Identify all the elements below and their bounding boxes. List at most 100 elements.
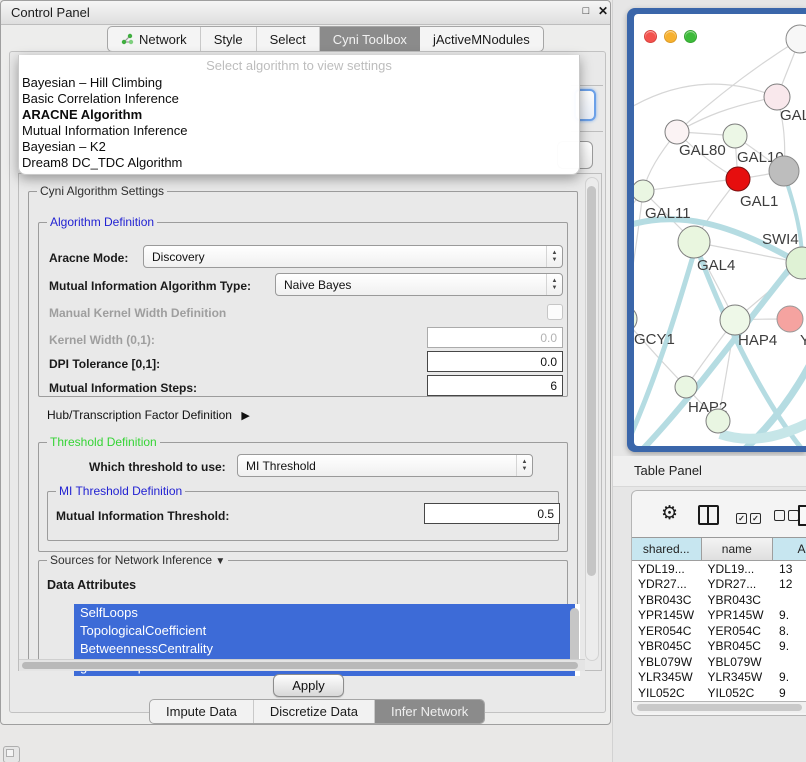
sources-expander[interactable]: Sources for Network Inference ▼ [47,553,228,567]
algorithm-option[interactable]: Mutual Information Inference [19,123,579,139]
manual-kernel-checkbox[interactable] [547,304,563,320]
tab-jactivemnodules[interactable]: jActiveMNodules [420,27,543,51]
apply-button[interactable]: Apply [273,674,344,697]
tab-cyni-toolbox[interactable]: Cyni Toolbox [320,27,420,51]
float-panel-icon[interactable]: □ [579,4,593,19]
combo-arrows-icon: ▲▼ [516,455,532,476]
network-node[interactable] [634,306,637,332]
combo-value: MI Threshold [238,459,516,473]
mac-close-icon[interactable] [644,30,657,43]
tab-infer-network[interactable]: Infer Network [375,700,484,723]
network-edge[interactable] [634,84,777,109]
attribute-list-item[interactable]: TopologicalCoefficient [74,622,575,640]
node-label: GCY1 [634,331,675,348]
table-row[interactable]: YLR345WYLR345W9. [632,670,806,686]
node-label: Y [800,332,806,349]
network-node[interactable] [723,124,747,148]
tab-style[interactable]: Style [201,27,257,51]
network-view-canvas[interactable]: GALGAL80GAL10GAL1GAL11GAL4SWI4GCY1HAP4YH… [634,14,806,446]
data-attributes-label: Data Attributes [47,578,136,592]
minimized-panel-icon[interactable] [3,746,20,762]
node-label: GAL11 [645,205,691,222]
network-node[interactable] [720,305,750,335]
table-cell: 9. [773,608,806,622]
attribute-list-scrollbar[interactable] [570,608,579,664]
table-cell: 8. [773,624,806,638]
dpi-tolerance-input[interactable]: 0.0 [427,351,563,372]
settings-vertical-scrollbar[interactable] [585,177,599,661]
group-title: Cyni Algorithm Settings [37,184,167,198]
column-header[interactable]: name [702,538,773,560]
scrollbar-thumb[interactable] [22,662,578,669]
network-node[interactable] [777,306,803,332]
tab-impute-data[interactable]: Impute Data [150,700,254,723]
algorithm-option[interactable]: Basic Correlation Inference [19,91,579,107]
network-node[interactable] [706,409,730,433]
network-node[interactable] [769,156,799,186]
algorithm-option[interactable]: Dream8 DC_TDC Algorithm [19,155,579,171]
table-cell: YBL079W [702,655,773,669]
table-page-icon[interactable] [798,505,806,526]
mac-zoom-icon[interactable] [684,30,697,43]
network-node[interactable] [726,167,750,191]
network-node[interactable] [634,180,654,202]
network-edge[interactable] [634,191,643,319]
settings-scroll-viewport: Cyni Algorithm Settings Algorithm Defini… [18,173,602,671]
expander-right-arrow-icon: ▶ [241,410,249,422]
table-row[interactable]: YDR27...YDR27...12 [632,577,806,593]
tab-select[interactable]: Select [257,27,320,51]
combo-value: Discovery [144,250,546,264]
tab-network[interactable]: Network [108,27,201,51]
split-columns-icon[interactable] [698,505,719,525]
mi-type-combobox[interactable]: Naive Bayes ▲▼ [275,273,563,296]
table-horizontal-scrollbar[interactable] [633,701,806,713]
application-root: Control Panel □ ✕ Network Style Select C… [0,0,806,762]
close-panel-icon[interactable]: ✕ [596,4,610,19]
network-edge[interactable] [643,179,738,191]
table-cell: YBR043C [632,593,702,607]
hub-definition-expander[interactable]: Hub/Transcription Factor Definition ▶ [47,408,250,422]
attribute-list-item[interactable]: SelfLoops [74,604,575,622]
network-node[interactable] [786,25,806,53]
table-cell: YDR27... [702,577,773,591]
table-header-row: shared...nameA [632,538,806,561]
scrollbar-thumb[interactable] [637,704,802,711]
scrollbar-thumb[interactable] [587,186,596,576]
algorithm-option[interactable]: Bayesian – Hill Climbing [19,75,579,91]
network-node[interactable] [675,376,697,398]
gear-icon[interactable]: ⚙ [661,500,678,526]
network-node[interactable] [665,120,689,144]
kernel-width-label: Kernel Width (0,1): [49,333,155,347]
network-node[interactable] [678,226,710,258]
algorithm-option-list: Bayesian – Hill ClimbingBasic Correlatio… [19,75,579,171]
column-header[interactable]: shared... [632,538,702,560]
table-cell: 12 [773,577,806,591]
table-row[interactable]: YIL052CYIL052C9 [632,685,806,701]
table-row[interactable]: YPR145WYPR145W9. [632,608,806,624]
tab-discretize-data[interactable]: Discretize Data [254,700,375,723]
settings-horizontal-scrollbar[interactable] [19,659,585,671]
table-row[interactable]: YBR043CYBR043C [632,592,806,608]
mi-threshold-input[interactable]: 0.5 [424,503,560,524]
network-edge[interactable] [634,191,643,319]
select-all-checkboxes-icon[interactable]: ✓✓ [736,508,764,526]
algorithm-option[interactable]: ARACNE Algorithm [19,107,579,123]
which-threshold-combobox[interactable]: MI Threshold ▲▼ [237,454,533,477]
table-row[interactable]: YER054CYER054C8. [632,623,806,639]
aracne-mode-combobox[interactable]: Discovery ▲▼ [143,245,563,268]
attribute-list-item[interactable]: BetweennessCentrality [74,640,575,658]
table-cell: YLR345W [632,670,702,684]
algorithm-select-popup: Select algorithm to view settings Bayesi… [18,55,580,175]
table-row[interactable]: YDL19...YDL19...13 [632,561,806,577]
table-panel-title: Table Panel [634,463,702,478]
mi-steps-input[interactable]: 6 [427,375,563,396]
mac-minimize-icon[interactable] [664,30,677,43]
algorithm-option[interactable]: Bayesian – K2 [19,139,579,155]
table-cell: YBL079W [632,655,702,669]
combo-arrows-icon: ▲▼ [546,274,562,295]
table-row[interactable]: YBL079WYBL079W [632,654,806,670]
algorithm-definition-group: Algorithm Definition Aracne Mode: Discov… [38,222,568,397]
column-header[interactable]: A [773,538,806,560]
kernel-width-input[interactable]: 0.0 [427,327,563,348]
table-row[interactable]: YBR045CYBR045C9. [632,639,806,655]
